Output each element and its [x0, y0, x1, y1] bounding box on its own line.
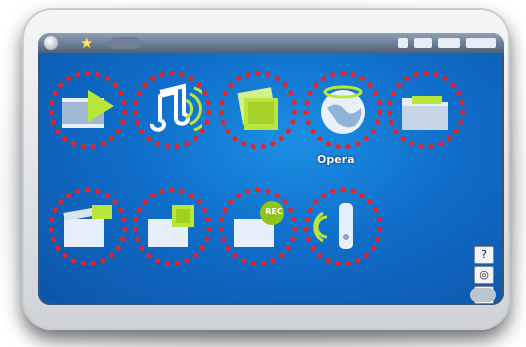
battery-icon — [438, 38, 460, 48]
tv-icon[interactable] — [133, 188, 211, 266]
video-clapper-icon[interactable] — [49, 188, 127, 266]
help-button[interactable]: ? — [474, 246, 494, 264]
record-icon[interactable]: REC — [219, 188, 297, 266]
star-icon[interactable]: ★ — [80, 34, 93, 52]
music-icon[interactable] — [133, 71, 211, 149]
home-icon[interactable] — [44, 36, 58, 50]
remote-icon[interactable] — [304, 188, 382, 266]
remote-graphic — [313, 203, 353, 249]
music-graphic — [149, 83, 202, 132]
headphone-icon — [398, 38, 408, 48]
opera-label: Opera — [317, 153, 355, 166]
photo-icon[interactable] — [219, 71, 297, 149]
settings-button[interactable]: ◎ — [474, 266, 494, 284]
globe-graphic — [321, 85, 365, 134]
status-pill — [110, 37, 140, 49]
video-icon[interactable] — [49, 71, 127, 149]
photo-graphic — [237, 87, 278, 130]
signal-icon — [414, 38, 432, 48]
status-right — [398, 36, 496, 50]
folder-icon[interactable] — [387, 71, 465, 149]
clapper-graphic — [63, 205, 112, 247]
time-indicator — [466, 38, 496, 48]
opera-icon[interactable] — [304, 71, 382, 149]
folder-graphic — [402, 96, 448, 130]
corner-button[interactable] — [470, 288, 496, 302]
video-graphic — [62, 90, 114, 128]
rec-badge: REC — [265, 207, 283, 216]
status-bar: ★ — [38, 33, 504, 53]
tv-graphic — [148, 205, 194, 247]
record-graphic — [234, 201, 284, 247]
